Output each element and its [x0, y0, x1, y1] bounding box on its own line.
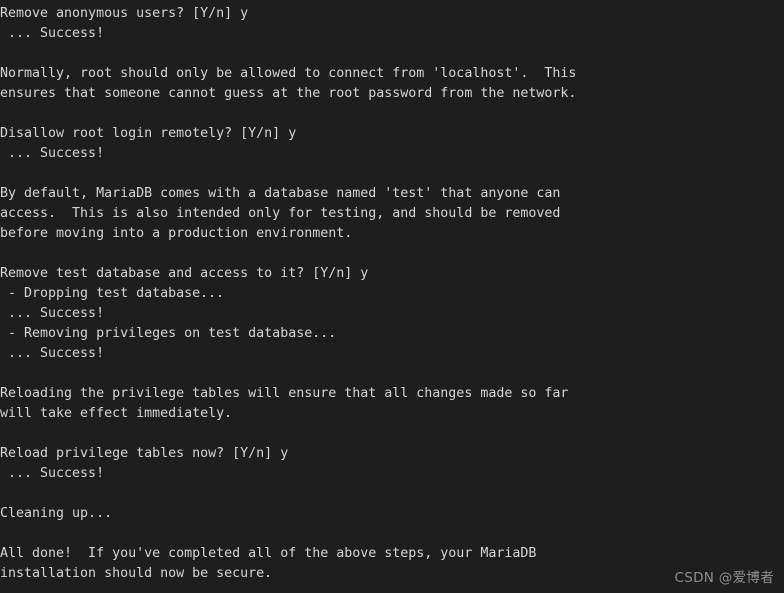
terminal-line: ensures that someone cannot guess at the…: [0, 86, 577, 101]
terminal-line: ... Success!: [0, 26, 105, 41]
terminal-line: By default, MariaDB comes with a databas…: [0, 186, 561, 201]
terminal-line: ... Success!: [0, 306, 105, 321]
terminal-line: access. This is also intended only for t…: [0, 206, 561, 221]
terminal-output: Remove anonymous users? [Y/n] y ... Succ…: [0, 4, 784, 584]
terminal-line: - Removing privileges on test database..…: [0, 326, 337, 341]
terminal-line: before moving into a production environm…: [0, 226, 353, 241]
terminal-line: ... Success!: [0, 466, 105, 481]
terminal-line: - Dropping test database...: [0, 286, 225, 301]
terminal-line: Normally, root should only be allowed to…: [0, 66, 577, 81]
terminal-window[interactable]: Remove anonymous users? [Y/n] y ... Succ…: [0, 0, 784, 593]
terminal-line: installation should now be secure.: [0, 566, 273, 581]
terminal-line: Cleaning up...: [0, 506, 113, 521]
terminal-line: Reload privilege tables now? [Y/n] y: [0, 446, 289, 461]
terminal-line: Disallow root login remotely? [Y/n] y: [0, 126, 297, 141]
terminal-line: Remove anonymous users? [Y/n] y: [0, 6, 249, 21]
terminal-line: Reloading the privilege tables will ensu…: [0, 386, 569, 401]
terminal-line: Remove test database and access to it? […: [0, 266, 369, 281]
terminal-line: ... Success!: [0, 346, 105, 361]
terminal-line: All done! If you've completed all of the…: [0, 546, 537, 561]
terminal-line: ... Success!: [0, 146, 105, 161]
terminal-line: will take effect immediately.: [0, 406, 233, 421]
